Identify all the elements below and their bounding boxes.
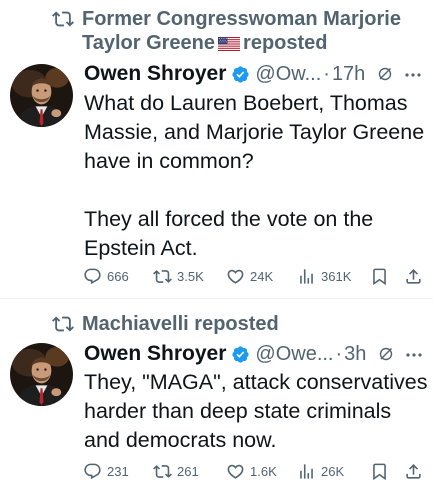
action-bar: 666 3.5K 24K 361K xyxy=(83,267,425,287)
repost-button[interactable]: 3.5K xyxy=(153,267,204,286)
reply-count: 231 xyxy=(107,464,129,479)
repost-icon xyxy=(153,267,172,286)
author-handle[interactable]: @Owe... xyxy=(255,343,333,366)
us-flag-icon xyxy=(218,37,240,51)
action-bar: 231 261 1.6K 26K xyxy=(83,462,425,482)
view-count: 361K xyxy=(321,269,352,284)
reposter-link[interactable]: Machiavelli reposted xyxy=(82,312,279,336)
like-button[interactable]: 24K xyxy=(226,267,273,286)
share-button[interactable] xyxy=(404,267,423,286)
heart-icon xyxy=(226,462,245,481)
tweet-text: They, "MAGA", attack conservatives harde… xyxy=(84,368,429,455)
tweet-header: Owen Shroyer @Ow... · 17h xyxy=(84,60,425,88)
separator-dot: · xyxy=(323,62,330,85)
verified-badge-icon xyxy=(231,345,250,364)
reply-button[interactable]: 231 xyxy=(83,462,129,481)
views-button[interactable]: 26K xyxy=(297,462,344,481)
like-count: 24K xyxy=(250,269,274,284)
repost-icon xyxy=(52,8,74,30)
avatar[interactable] xyxy=(10,64,73,127)
reposter-name: Former Congresswoman Marjorie Taylor Gre… xyxy=(82,8,401,54)
reposter-link[interactable]: Former Congresswoman Marjorie Taylor Gre… xyxy=(82,7,433,55)
author-name[interactable]: Owen Shroyer xyxy=(84,342,226,366)
more-options-icon[interactable] xyxy=(406,345,423,363)
repost-context: Former Congresswoman Marjorie Taylor Gre… xyxy=(52,7,433,55)
repost-icon xyxy=(153,462,172,481)
grok-icon[interactable] xyxy=(377,66,393,82)
author-name[interactable]: Owen Shroyer xyxy=(84,62,226,86)
tweet-header: Owen Shroyer @Owe... · 3h xyxy=(84,340,425,368)
tweet-paragraph: What do Lauren Boebert, Thomas Massie, a… xyxy=(84,91,425,173)
reposted-label: reposted xyxy=(243,32,328,54)
reposted-label: reposted xyxy=(194,313,279,335)
reply-icon xyxy=(83,462,102,481)
repost-button[interactable]: 261 xyxy=(153,462,199,481)
share-icon xyxy=(404,462,423,481)
share-icon xyxy=(404,267,423,286)
tweet-text: What do Lauren Boebert, Thomas Massie, a… xyxy=(84,89,429,263)
reply-icon xyxy=(83,267,102,286)
reposter-name: Machiavelli xyxy=(82,313,189,335)
views-icon xyxy=(297,462,316,481)
repost-icon xyxy=(52,313,74,335)
views-icon xyxy=(297,267,316,286)
reply-button[interactable]: 666 xyxy=(83,267,129,286)
bookmark-icon xyxy=(370,267,389,286)
tweet-paragraph: They, "MAGA", attack conservatives harde… xyxy=(84,370,428,452)
bookmark-icon xyxy=(370,462,389,481)
tweet-time[interactable]: 17h xyxy=(332,63,365,86)
bookmark-button[interactable] xyxy=(370,267,389,286)
more-options-icon[interactable] xyxy=(405,65,421,83)
tweet-time[interactable]: 3h xyxy=(344,343,366,366)
repost-count: 261 xyxy=(177,464,199,479)
avatar[interactable] xyxy=(10,343,73,406)
repost-count: 3.5K xyxy=(177,269,204,284)
tweet[interactable]: Machiavelli reposted Owen Shroyer @Owe..… xyxy=(0,299,433,500)
like-button[interactable]: 1.6K xyxy=(226,462,277,481)
repost-context: Machiavelli reposted xyxy=(52,312,279,336)
tweet[interactable]: Former Congresswoman Marjorie Taylor Gre… xyxy=(0,0,433,298)
bookmark-button[interactable] xyxy=(370,462,389,481)
verified-badge-icon xyxy=(231,65,250,84)
grok-icon[interactable] xyxy=(378,346,394,362)
views-button[interactable]: 361K xyxy=(297,267,351,286)
separator-dot: · xyxy=(335,342,343,365)
heart-icon xyxy=(226,267,245,286)
author-handle[interactable]: @Ow... xyxy=(255,63,321,86)
like-count: 1.6K xyxy=(250,464,277,479)
reply-count: 666 xyxy=(107,269,129,284)
view-count: 26K xyxy=(321,464,345,479)
share-button[interactable] xyxy=(404,462,423,481)
tweet-paragraph: They all forced the vote on the Epstein … xyxy=(84,207,374,260)
